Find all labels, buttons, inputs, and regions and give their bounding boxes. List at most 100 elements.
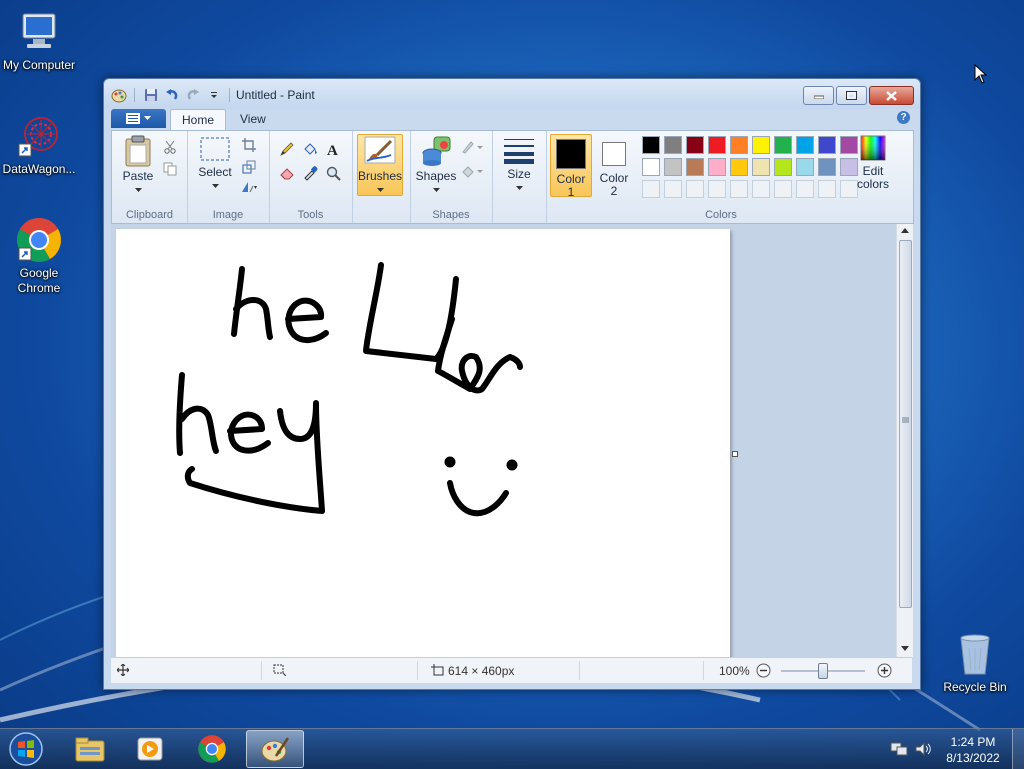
zoom-out-icon[interactable]	[756, 663, 771, 678]
size-button[interactable]: Size	[500, 135, 538, 197]
canvas-area	[111, 224, 896, 657]
select-button[interactable]: Select	[193, 135, 237, 197]
system-clock[interactable]: 1:24 PM 8/13/2022	[940, 734, 1006, 766]
minimize-button[interactable]	[803, 86, 834, 105]
redo-icon[interactable]	[184, 87, 201, 104]
show-desktop-button[interactable]	[1012, 729, 1024, 769]
selection-size-icon	[273, 664, 286, 676]
image-dimensions: 614 × 460px	[448, 664, 515, 678]
paint-app-icon[interactable]	[110, 87, 127, 104]
palette-swatch[interactable]	[752, 158, 770, 176]
tab-home[interactable]: Home	[170, 109, 227, 131]
palette-swatch[interactable]	[774, 158, 792, 176]
palette-swatch[interactable]	[818, 158, 836, 176]
brushes-button[interactable]: Brushes	[357, 134, 403, 196]
image-size-icon	[431, 664, 444, 676]
tab-view[interactable]: View	[229, 109, 277, 130]
palette-swatch[interactable]	[642, 136, 660, 154]
maximize-button[interactable]	[836, 86, 867, 105]
palette-swatch[interactable]	[708, 136, 726, 154]
scrollbar-thumb[interactable]	[899, 240, 912, 608]
palette-swatch[interactable]	[642, 180, 660, 198]
palette-swatch[interactable]	[664, 180, 682, 198]
image-group: Select Image	[187, 131, 270, 223]
desktop-icon-my-computer[interactable]: My Computer	[0, 8, 78, 73]
palette-swatch[interactable]	[686, 180, 704, 198]
help-icon[interactable]: ?	[897, 111, 910, 124]
cut-icon[interactable]	[160, 137, 180, 157]
palette-swatch[interactable]	[752, 180, 770, 198]
desktop-icon-google-chrome[interactable]: Google Chrome	[0, 216, 78, 296]
recycle-bin-icon	[951, 630, 999, 678]
select-rectangle-icon	[200, 137, 230, 161]
palette-swatch[interactable]	[686, 136, 704, 154]
copy-icon[interactable]	[160, 159, 180, 179]
chrome-icon	[15, 216, 63, 264]
palette-swatch[interactable]	[796, 180, 814, 198]
zoom-slider-thumb[interactable]	[818, 663, 828, 679]
explorer-icon	[75, 737, 105, 762]
palette-swatch[interactable]	[818, 136, 836, 154]
volume-icon[interactable]	[914, 741, 932, 757]
scroll-down-icon[interactable]	[901, 646, 909, 652]
color2-label: Color 2	[599, 171, 629, 198]
undo-icon[interactable]	[163, 87, 180, 104]
canvas-resize-handle[interactable]	[732, 451, 738, 457]
taskbar-chrome[interactable]	[184, 730, 240, 768]
clipboard-icon	[125, 135, 151, 167]
color1-button[interactable]: Color 1	[550, 134, 592, 199]
start-orb-icon	[9, 732, 43, 766]
palette-swatch[interactable]	[708, 180, 726, 198]
chevron-down-icon	[376, 188, 384, 192]
status-bar: 614 × 460px 100%	[111, 657, 912, 683]
color1-swatch	[556, 139, 586, 169]
fill-icon[interactable]	[460, 161, 486, 181]
network-icon[interactable]	[890, 741, 908, 757]
magnifier-icon[interactable]	[323, 163, 343, 183]
palette-swatch[interactable]	[818, 180, 836, 198]
edit-colors-button[interactable]: Edit colors	[852, 134, 894, 195]
rotate-icon[interactable]	[239, 177, 259, 197]
scroll-up-icon[interactable]	[901, 228, 909, 234]
palette-swatch[interactable]	[664, 136, 682, 154]
resize-icon[interactable]	[239, 157, 259, 177]
color-picker-icon[interactable]	[300, 163, 320, 183]
palette-swatch[interactable]	[752, 136, 770, 154]
palette-swatch[interactable]	[730, 180, 748, 198]
close-button[interactable]	[869, 86, 914, 105]
zoom-in-icon[interactable]	[877, 663, 892, 678]
text-icon[interactable]: A	[323, 139, 343, 159]
shapes-button[interactable]: Shapes	[414, 135, 458, 197]
drawing-canvas[interactable]	[116, 229, 730, 657]
palette-swatch[interactable]	[642, 158, 660, 176]
palette-swatch[interactable]	[796, 158, 814, 176]
palette-swatch[interactable]	[686, 158, 704, 176]
palette-swatch[interactable]	[774, 136, 792, 154]
start-button[interactable]	[0, 730, 52, 768]
paint-icon	[261, 737, 290, 762]
fill-bucket-icon[interactable]	[300, 139, 320, 159]
color2-button[interactable]: Color 2	[594, 134, 634, 198]
pencil-icon[interactable]	[277, 139, 297, 159]
palette-swatch[interactable]	[708, 158, 726, 176]
paint-menu-button[interactable]	[111, 109, 166, 128]
eraser-icon[interactable]	[277, 163, 297, 183]
outline-icon[interactable]	[460, 137, 486, 157]
palette-swatch[interactable]	[730, 136, 748, 154]
palette-swatch[interactable]	[664, 158, 682, 176]
customize-toolbar-icon[interactable]	[205, 87, 222, 104]
vertical-scrollbar[interactable]	[896, 224, 913, 657]
desktop-icon-recycle-bin[interactable]: Recycle Bin	[936, 630, 1014, 695]
clock-date: 8/13/2022	[946, 751, 1000, 765]
taskbar-explorer[interactable]	[62, 730, 118, 768]
title-bar[interactable]: Untitled - Paint	[104, 79, 920, 109]
paste-button[interactable]: Paste	[118, 135, 158, 197]
palette-swatch[interactable]	[796, 136, 814, 154]
crop-icon[interactable]	[239, 135, 259, 155]
palette-swatch[interactable]	[774, 180, 792, 198]
palette-swatch[interactable]	[730, 158, 748, 176]
taskbar-paint[interactable]	[246, 730, 304, 768]
save-icon[interactable]	[142, 87, 159, 104]
desktop-icon-datawagon[interactable]: DataWagon...	[0, 112, 78, 177]
taskbar-media-player[interactable]	[122, 730, 178, 768]
